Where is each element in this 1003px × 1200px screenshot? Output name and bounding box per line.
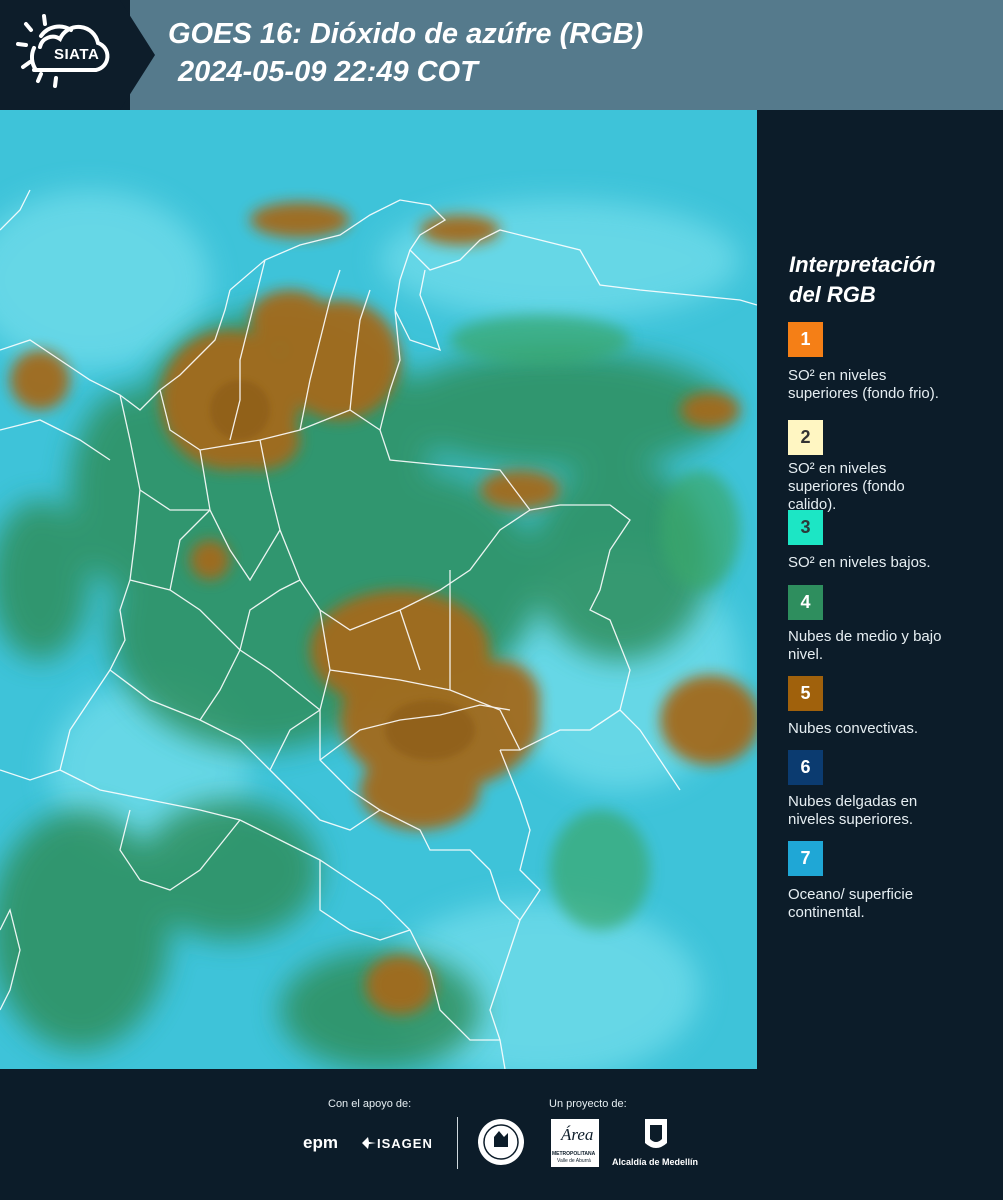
alcaldia-shield-icon xyxy=(645,1119,667,1148)
legend-swatch-4: 4 xyxy=(788,585,823,620)
legend-swatch-5: 5 xyxy=(788,676,823,711)
area-logo-line2: Valle de Aburrá xyxy=(557,1158,591,1164)
medellin-seal-logo[interactable] xyxy=(476,1117,526,1172)
area-logo-line1: METROPOLITANA xyxy=(552,1151,596,1157)
project-caption: Un proyecto de: xyxy=(549,1098,627,1110)
legend-swatch-1: 1 xyxy=(788,322,823,357)
satellite-map[interactable] xyxy=(0,110,757,1069)
satellite-image xyxy=(0,110,757,1069)
legend-label-1: SO² en niveles superiores (fondo frio). xyxy=(788,367,939,402)
isagen-mark-icon xyxy=(362,1137,376,1149)
isagen-text: ISAGEN xyxy=(377,1136,433,1151)
page-title: GOES 16: Dióxido de azúfre (RGB) xyxy=(168,18,644,50)
legend-swatch-3: 3 xyxy=(788,510,823,545)
seal-icon xyxy=(478,1119,524,1165)
area-logo-text: Área xyxy=(561,1125,594,1144)
alcaldia-logo[interactable]: Alcaldía de Medellín xyxy=(612,1117,702,1167)
legend-label-2: SO² en niveles superiores (fondo calido). xyxy=(788,460,905,513)
legend-label-3: SO² en niveles bajos. xyxy=(788,554,931,571)
page-subtitle: 2024-05-09 22:49 COT xyxy=(178,56,478,88)
legend-panel: Interpretación del RGB 1 SO² en niveles s… xyxy=(757,110,1003,1069)
legend-swatch-2: 2 xyxy=(788,420,823,455)
header: SIATA GOES 16: Dióxido de azúfre (RGB) 2… xyxy=(0,0,1003,110)
footer-divider xyxy=(457,1117,458,1169)
legend-swatch-7: 7 xyxy=(788,841,823,876)
legend-label-5: Nubes convectivas. xyxy=(788,720,919,737)
footer: Con el apoyo de: Un proyecto de: epm ISA… xyxy=(0,1069,1003,1200)
logo-text: SIATA xyxy=(54,46,100,63)
legend-swatch-6: 6 xyxy=(788,750,823,785)
alcaldia-text: Alcaldía de Medellín xyxy=(612,1157,699,1167)
legend-title: Interpretación del RGB xyxy=(789,250,989,310)
epm-logo[interactable]: epm xyxy=(303,1133,338,1153)
legend-label-7: Oceano/ superficie continental. xyxy=(788,886,914,921)
area-metropolitana-logo[interactable]: Área METROPOLITANA Valle de Aburrá xyxy=(551,1119,599,1167)
legend-label-6: Nubes delgadas en niveles superiores. xyxy=(788,793,918,828)
legend-title-line1: Interpretación xyxy=(789,252,936,277)
legend-title-line2: del RGB xyxy=(789,282,876,307)
support-caption: Con el apoyo de: xyxy=(328,1098,412,1110)
legend-label-4: Nubes de medio y bajo nivel. xyxy=(788,628,942,663)
